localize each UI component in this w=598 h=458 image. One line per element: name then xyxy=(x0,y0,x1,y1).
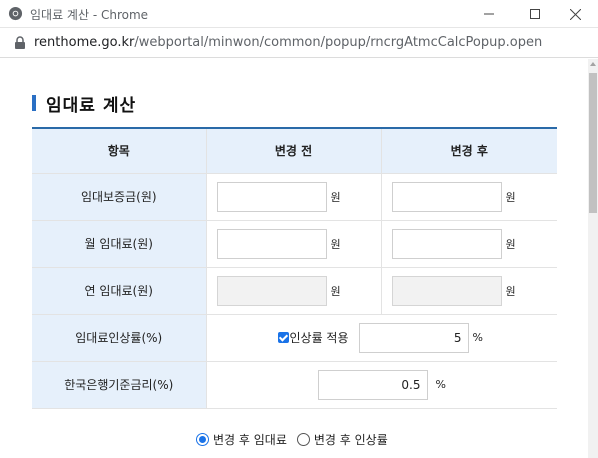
minimize-button[interactable] xyxy=(466,0,512,28)
row-label-increase-rate: 임대료인상률(%) xyxy=(32,314,206,362)
unit-label: 원 xyxy=(505,237,516,251)
deposit-before-cell: 원 xyxy=(205,173,381,221)
increase-rate-input[interactable]: 5 xyxy=(358,322,469,353)
table-row-bok-rate: 한국은행기준금리(%) 0.5% xyxy=(32,361,557,409)
row-label-bok-rate: 한국은행기준금리(%) xyxy=(32,361,206,409)
apply-rate-label[interactable]: 인상률 적용 xyxy=(290,329,349,346)
calc-mode-options: 변경 후 임대료 변경 후 인상률 xyxy=(196,431,398,448)
unit-label: 원 xyxy=(330,284,341,298)
scroll-thumb[interactable] xyxy=(589,73,597,213)
row-label-annual: 연 임대료(원) xyxy=(32,267,206,315)
row-label-deposit: 임대보증금(원) xyxy=(32,173,206,221)
radio-label-after-rate[interactable]: 변경 후 인상률 xyxy=(314,431,388,448)
bok-rate-cell: 0.5% xyxy=(205,361,557,409)
url-text[interactable]: renthome.go.kr/webportal/minwon/common/p… xyxy=(34,35,542,50)
table-row-increase-rate: 임대료인상률(%) 인상률 적용 5% xyxy=(32,314,557,362)
monthly-after-input[interactable] xyxy=(391,228,502,259)
table-row-deposit: 임대보증금(원) 원 원 xyxy=(32,173,557,221)
unit-label: 원 xyxy=(330,190,341,204)
page-title: 임대료 계산 xyxy=(46,95,137,116)
scroll-up-arrow-icon[interactable] xyxy=(590,62,596,66)
bok-rate-input[interactable]: 0.5 xyxy=(317,369,428,400)
url-path: /webportal/minwon/common/popup/rncrgAtmc… xyxy=(134,35,543,50)
unit-label: 원 xyxy=(330,237,341,251)
deposit-after-input[interactable] xyxy=(391,181,502,212)
window-titlebar: 임대료 계산 - Chrome xyxy=(0,0,598,28)
apply-rate-checkbox[interactable] xyxy=(277,332,289,343)
page-content: 임대료 계산 항목 변경 전 변경 후 임대보증금(원) 원 원 월 임대료(원… xyxy=(0,59,588,458)
chrome-icon xyxy=(8,6,23,21)
radio-label-after-rent[interactable]: 변경 후 임대료 xyxy=(213,431,287,448)
url-host: renthome.go.kr xyxy=(34,35,135,50)
monthly-before-input[interactable] xyxy=(216,228,327,259)
annual-after-cell: 원 xyxy=(380,267,557,315)
unit-label: 원 xyxy=(505,284,516,298)
close-button[interactable] xyxy=(552,0,598,28)
window-title: 임대료 계산 - Chrome xyxy=(30,8,149,22)
radio-after-rent[interactable] xyxy=(196,433,209,446)
unit-label: 원 xyxy=(505,190,516,204)
header-before: 변경 전 xyxy=(205,128,381,174)
heading-accent-bar xyxy=(32,95,36,111)
table-header-row: 항목 변경 전 변경 후 xyxy=(32,128,557,174)
table-row-monthly: 월 임대료(원) 원 원 xyxy=(32,220,557,268)
annual-after-input xyxy=(391,275,502,306)
table-row-annual: 연 임대료(원) 원 원 xyxy=(32,267,557,315)
page-heading: 임대료 계산 xyxy=(32,92,137,116)
header-after: 변경 후 xyxy=(380,128,557,174)
radio-after-rate[interactable] xyxy=(296,433,310,446)
row-label-monthly: 월 임대료(원) xyxy=(32,220,206,268)
rent-calc-table: 항목 변경 전 변경 후 임대보증금(원) 원 원 월 임대료(원) 원 원 연… xyxy=(32,127,557,409)
annual-before-cell: 원 xyxy=(205,267,381,315)
deposit-after-cell: 원 xyxy=(380,173,557,221)
lock-icon xyxy=(15,36,25,49)
percent-unit: % xyxy=(435,378,446,391)
monthly-after-cell: 원 xyxy=(380,220,557,268)
deposit-before-input[interactable] xyxy=(216,181,327,212)
maximize-icon xyxy=(530,9,540,19)
close-icon xyxy=(569,8,581,20)
monthly-before-cell: 원 xyxy=(205,220,381,268)
radio-item-after-rent[interactable]: 변경 후 임대료 xyxy=(196,431,287,448)
increase-rate-cell: 인상률 적용 5% xyxy=(205,314,557,362)
minimize-icon xyxy=(484,13,494,15)
header-item: 항목 xyxy=(32,128,206,174)
radio-item-after-rate[interactable]: 변경 후 인상률 xyxy=(296,431,388,448)
annual-before-input xyxy=(216,275,327,306)
address-bar[interactable]: renthome.go.kr/webportal/minwon/common/p… xyxy=(0,28,598,58)
vertical-scrollbar[interactable] xyxy=(588,59,598,458)
percent-unit: % xyxy=(472,331,483,344)
